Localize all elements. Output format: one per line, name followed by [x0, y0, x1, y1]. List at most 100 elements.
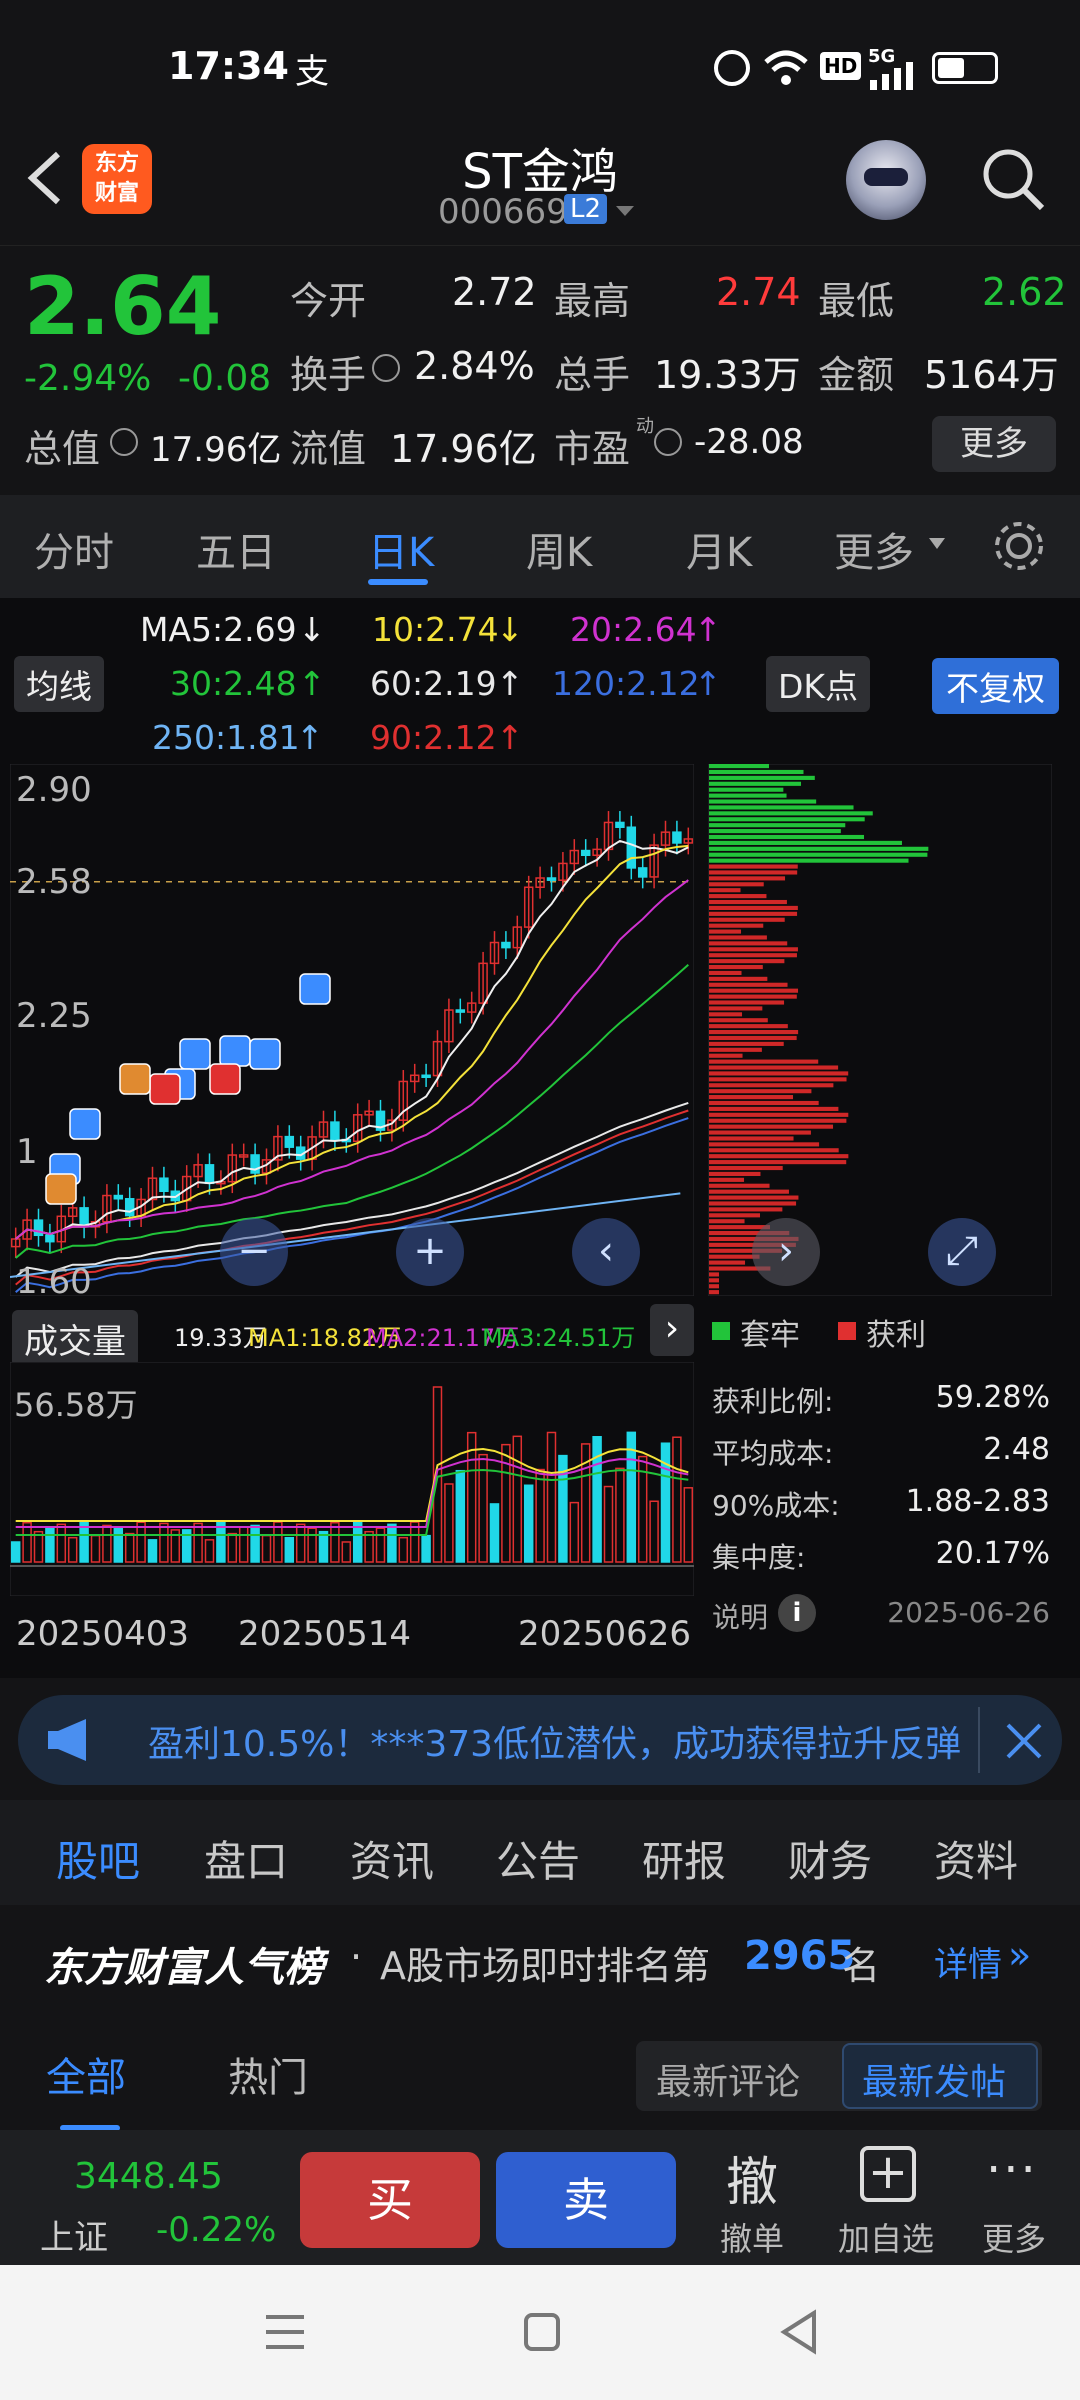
kline-chart[interactable]: [10, 764, 694, 1296]
add-watchlist-icon[interactable]: +: [860, 2146, 916, 2202]
tab-announcement[interactable]: 公告: [496, 1828, 580, 1889]
volume-bar: [147, 1539, 158, 1563]
tab-weekly-k[interactable]: 周K: [526, 520, 592, 578]
tab-pankou[interactable]: 盘口: [204, 1828, 288, 1889]
chip-next-button[interactable]: ›: [752, 1218, 820, 1286]
chip-date: 2025-06-26: [887, 1596, 1050, 1629]
chip-bar: [709, 917, 785, 922]
hd-icon: HD: [820, 52, 862, 80]
tab-intraday[interactable]: 分时: [34, 520, 114, 578]
robot-avatar-icon[interactable]: [846, 140, 926, 220]
back-nav-icon[interactable]: [776, 2307, 820, 2357]
level2-badge[interactable]: L2: [564, 194, 608, 224]
chip-bar: [709, 923, 764, 928]
search-icon[interactable]: [978, 144, 1048, 214]
price-axis-1: 1: [16, 1132, 38, 1172]
chip-bar: [709, 1095, 794, 1100]
chip-bar: [709, 834, 865, 840]
more-dots-icon[interactable]: ···: [986, 2142, 1038, 2198]
zoom-out-button[interactable]: −: [220, 1218, 288, 1286]
tab-five-day[interactable]: 五日: [196, 520, 276, 578]
buy-button[interactable]: 买: [300, 2152, 480, 2248]
volume-bar: [352, 1521, 363, 1563]
candle-body: [421, 1074, 431, 1079]
chip-bar: [709, 1278, 719, 1283]
mktcap-label: 总值: [24, 427, 101, 471]
signal-badge: [299, 973, 331, 1005]
home-icon[interactable]: [522, 2309, 562, 2355]
scroll-left-button[interactable]: ‹: [572, 1218, 640, 1286]
add-watchlist-label[interactable]: 加自选: [838, 2214, 934, 2260]
more-label[interactable]: 更多: [982, 2214, 1046, 2260]
rank-detail-link[interactable]: 详情: [934, 1937, 1002, 1986]
index-value: 3448.45: [74, 2156, 223, 2197]
subtab-all[interactable]: 全部: [46, 2045, 126, 2103]
signal-badge: [69, 1108, 101, 1140]
ad-banner[interactable]: 盈利10.5%！***373低位潜伏，成功获得拉升反弹: [18, 1695, 1062, 1785]
turnover-value: 2.84%: [414, 344, 535, 388]
mktcap-info-icon[interactable]: [110, 428, 138, 456]
chip-bar: [709, 1000, 785, 1005]
sort-latest-comment[interactable]: 最新评论: [656, 2053, 800, 2105]
signal-badge-box: [45, 1173, 77, 1205]
ma20-label: 20:2.64: [570, 610, 697, 649]
dk-point-selector[interactable]: DK点: [766, 656, 871, 712]
pe-info-icon[interactable]: [654, 428, 682, 456]
logo-line1: 东方: [94, 151, 139, 176]
sort-latest-post[interactable]: 最新发帖: [862, 2053, 1006, 2105]
chip-bar: [709, 982, 788, 987]
chip-bar: [709, 864, 798, 869]
fuquan-button[interactable]: 不复权: [932, 658, 1059, 714]
signal-badge-box: [149, 1073, 181, 1105]
chip-bar: [709, 894, 767, 899]
chip-bar: [709, 1018, 768, 1023]
chip-bar: [709, 899, 787, 905]
ad-text: 盈利10.5%！***373低位潜伏，成功获得拉升反弹: [148, 1724, 962, 1765]
volume-indicator-selector[interactable]: 成交量: [12, 1310, 138, 1367]
tab-news[interactable]: 资讯: [350, 1828, 434, 1889]
gear-icon[interactable]: [990, 517, 1048, 575]
candle-body: [580, 849, 591, 857]
candle-body: [204, 1164, 215, 1185]
ma120-label: 120:2.12: [552, 664, 700, 703]
back-icon[interactable]: [22, 148, 66, 208]
chip-bar: [709, 1195, 799, 1200]
high-label: 最高: [554, 279, 631, 323]
cancel-order-icon[interactable]: 撤: [726, 2140, 778, 2215]
chip-bar: [709, 988, 799, 993]
current-price: 2.64: [24, 260, 222, 353]
chevron-down-icon[interactable]: [614, 204, 636, 220]
candle-body: [672, 831, 682, 844]
expand-icon[interactable]: ⤢: [928, 1218, 996, 1286]
chip-bar: [709, 787, 784, 792]
status-bar: 17:34 支 HD 5G: [0, 0, 1080, 130]
volume-bar: [523, 1484, 534, 1563]
subtab-hot[interactable]: 热门: [228, 2045, 308, 2103]
profit-legend-label: 获利: [866, 1318, 926, 1353]
double-chevron-right-icon[interactable]: »: [1008, 1933, 1031, 1977]
tab-guba[interactable]: 股吧: [56, 1828, 140, 1889]
ma20-arrow-icon: ↑: [694, 610, 722, 649]
tab-more[interactable]: 更多: [834, 520, 914, 578]
chip-bar: [709, 769, 804, 775]
close-icon[interactable]: [1004, 1721, 1044, 1761]
rank-dot: ·: [350, 1935, 363, 1979]
chevron-right-icon[interactable]: ›: [650, 1304, 694, 1356]
tab-daily-k[interactable]: 日K: [368, 520, 434, 578]
tab-finance[interactable]: 财务: [788, 1828, 872, 1889]
junxian-selector[interactable]: 均线: [14, 656, 104, 712]
tab-research[interactable]: 研报: [642, 1828, 726, 1889]
ma250-arrow-icon: ↑: [296, 718, 324, 757]
tab-monthly-k[interactable]: 月K: [686, 520, 752, 578]
high-value: 2.74: [716, 270, 801, 314]
sell-button[interactable]: 卖: [496, 2152, 676, 2248]
zoom-in-button[interactable]: +: [396, 1218, 464, 1286]
tab-profile[interactable]: 资料: [934, 1828, 1018, 1889]
turnover-info-icon[interactable]: [372, 354, 400, 382]
chip-bar: [709, 953, 797, 958]
menu-icon[interactable]: [262, 2309, 308, 2355]
more-quote-button[interactable]: 更多: [932, 416, 1056, 472]
volume-bar: [421, 1534, 431, 1563]
chip-bar: [709, 976, 768, 981]
cancel-order-label[interactable]: 撤单: [720, 2214, 784, 2260]
